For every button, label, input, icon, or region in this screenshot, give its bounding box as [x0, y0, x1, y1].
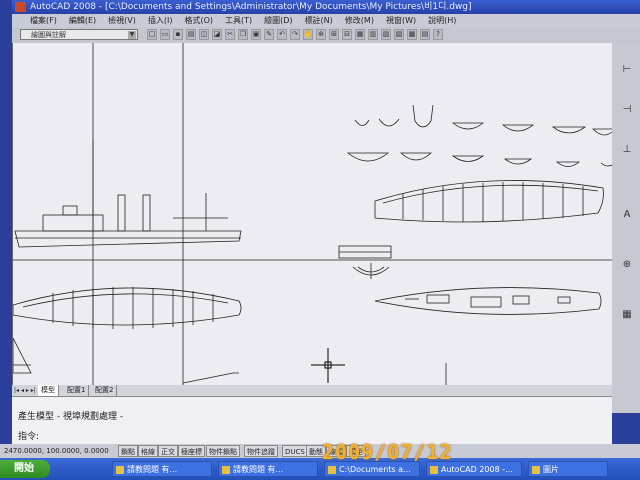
- ship-side-profile: [14, 140, 242, 248]
- zoom-window-icon[interactable]: ⊞: [329, 29, 339, 40]
- ship-elevation-right: [374, 180, 604, 223]
- markup-icon[interactable]: ▩: [407, 29, 417, 40]
- menu-format[interactable]: 格式(O): [184, 14, 213, 27]
- coordinate-readout: 2470.0000, 100.0000, 0.0000: [4, 447, 109, 455]
- menu-modify[interactable]: 修改(M): [345, 14, 374, 27]
- zoom-icon[interactable]: ⊕: [316, 29, 326, 40]
- polar-button[interactable]: 極座標: [178, 445, 205, 457]
- photo-date-stamp: 2009/07/12: [322, 440, 453, 464]
- tab-layout2[interactable]: 配置2: [92, 385, 118, 396]
- command-window[interactable]: 產生模型 - 視埠規劃處理 - 指令:: [12, 396, 612, 445]
- browser-icon: [222, 466, 230, 474]
- snap-button[interactable]: 鎖點: [118, 445, 138, 457]
- window-title: AutoCAD 2008 - [C:\Documents and Setting…: [30, 2, 472, 12]
- command-prompt[interactable]: 指令:: [18, 429, 39, 442]
- drawing-area: [13, 43, 613, 385]
- taskbar-item[interactable]: 請教問題 有...: [112, 461, 212, 477]
- linear-dim-icon[interactable]: ⊣: [620, 103, 634, 117]
- dimension-icon[interactable]: ⊢: [620, 63, 634, 77]
- otrack-button[interactable]: 物件追蹤: [244, 445, 278, 457]
- chevron-down-icon[interactable]: ▼: [128, 31, 136, 39]
- paste-icon[interactable]: ▣: [251, 29, 261, 40]
- zoom-extents-icon[interactable]: ⊕: [620, 258, 634, 272]
- tab-nav-arrows[interactable]: |◂ ◂ ▸ ▸|: [14, 385, 36, 396]
- properties-icon[interactable]: ▦: [355, 29, 365, 40]
- menu-tools[interactable]: 工具(T): [225, 14, 252, 27]
- taskbar-item[interactable]: 圖片: [528, 461, 608, 477]
- command-history-line: 產生模型 - 視埠規劃處理 -: [18, 412, 124, 422]
- toolbar-icons: □ ▭ ▪ ▤ ◫ ◪ ✂ ❐ ▣ ✎ ↶ ↷ ✋ ⊕ ⊞ ⊟ ▦ ▥ ▧ ▨ …: [147, 29, 443, 41]
- workspace-select[interactable]: 繪圖與註解 ▼: [20, 29, 138, 40]
- misc-geometry: [13, 337, 447, 385]
- ortho-button[interactable]: 正交: [158, 445, 178, 457]
- tool-palettes-icon[interactable]: ▧: [381, 29, 391, 40]
- hull-sections-row-1: [354, 104, 613, 136]
- menu-dimension[interactable]: 標註(N): [305, 14, 333, 27]
- menu-bar: 檔案(F) 編輯(E) 檢視(V) 插入(I) 格式(O) 工具(T) 繪圖(D…: [12, 14, 640, 27]
- redo-icon[interactable]: ↷: [290, 29, 300, 40]
- workspace-select-value: 繪圖與註解: [31, 31, 66, 39]
- menu-draw[interactable]: 繪圖(D): [264, 14, 292, 27]
- preview-icon[interactable]: ◫: [199, 29, 209, 40]
- grid-button[interactable]: 格線: [138, 445, 158, 457]
- taskbar-item-label: 請教問題 有...: [233, 465, 284, 474]
- browser-icon: [116, 466, 124, 474]
- menu-insert[interactable]: 插入(I): [148, 14, 173, 27]
- print-icon[interactable]: ▤: [186, 29, 196, 40]
- block-icon[interactable]: ▦: [620, 308, 634, 322]
- measure-icon[interactable]: ⊥: [620, 143, 634, 157]
- autocad-app-icon: [15, 2, 26, 12]
- cut-icon[interactable]: ✂: [225, 29, 235, 40]
- taskbar-item-label: C:\Documents a...: [339, 465, 411, 474]
- osnap-button[interactable]: 物件鎖點: [206, 445, 240, 457]
- autocad-icon: [430, 466, 438, 474]
- menu-view[interactable]: 檢視(V): [108, 14, 136, 27]
- taskbar-item-label: AutoCAD 2008 -...: [441, 465, 513, 474]
- pan-icon[interactable]: ✋: [303, 29, 313, 40]
- zoom-previous-icon[interactable]: ⊟: [342, 29, 352, 40]
- autocad-window: AutoCAD 2008 - [C:\Documents and Setting…: [0, 0, 640, 480]
- hull-sections-row-2: [346, 152, 613, 167]
- menu-edit[interactable]: 編輯(E): [69, 14, 96, 27]
- tab-layout1[interactable]: 配置1: [64, 385, 90, 396]
- crosshair-cursor: [311, 348, 345, 383]
- save-icon[interactable]: ▪: [173, 29, 183, 40]
- taskbar-item-label: 請教問題 有...: [127, 465, 178, 474]
- menu-help[interactable]: 說明(H): [428, 14, 456, 27]
- folder-icon: [328, 466, 336, 474]
- ship-plan-view-left: [13, 287, 242, 329]
- copy-icon[interactable]: ❐: [238, 29, 248, 40]
- text-icon[interactable]: A: [620, 208, 634, 222]
- calculator-icon[interactable]: ▤: [420, 29, 430, 40]
- body-plan: [338, 245, 392, 279]
- tab-model[interactable]: 模型: [38, 385, 59, 396]
- windows-taskbar: 開始 請教問題 有... 請教問題 有... C:\Documents a...…: [0, 458, 640, 480]
- taskbar-item[interactable]: 請教問題 有...: [218, 461, 318, 477]
- match-properties-icon[interactable]: ✎: [264, 29, 274, 40]
- undo-icon[interactable]: ↶: [277, 29, 287, 40]
- image-icon: [532, 466, 540, 474]
- right-toolbar: ⊢ ⊣ ⊥ A ⊕ ▦: [612, 43, 640, 413]
- publish-icon[interactable]: ◪: [212, 29, 222, 40]
- standard-toolbar: 繪圖與註解 ▼ □ ▭ ▪ ▤ ◫ ◪ ✂ ❐ ▣ ✎ ↶ ↷ ✋ ⊕ ⊞ ⊟ …: [12, 27, 640, 44]
- new-icon[interactable]: □: [147, 29, 157, 40]
- design-center-icon[interactable]: ▥: [368, 29, 378, 40]
- start-button[interactable]: 開始: [0, 460, 50, 478]
- menu-window[interactable]: 視窗(W): [386, 14, 416, 27]
- menu-file[interactable]: 檔案(F): [30, 14, 57, 27]
- taskbar-item-label: 圖片: [543, 465, 559, 474]
- ducs-button[interactable]: DUCS: [282, 445, 308, 457]
- layout-tabs: |◂ ◂ ▸ ▸| 模型 配置1 配置2: [12, 385, 612, 396]
- help-icon[interactable]: ?: [433, 29, 443, 40]
- ship-deck-plan-right: [374, 287, 602, 315]
- title-bar: AutoCAD 2008 - [C:\Documents and Setting…: [12, 0, 640, 14]
- drawing-canvas[interactable]: [12, 43, 613, 385]
- sheet-set-icon[interactable]: ▨: [394, 29, 404, 40]
- open-icon[interactable]: ▭: [160, 29, 170, 40]
- status-bar: 2470.0000, 100.0000, 0.0000 鎖點 格線 正交 極座標…: [0, 444, 640, 458]
